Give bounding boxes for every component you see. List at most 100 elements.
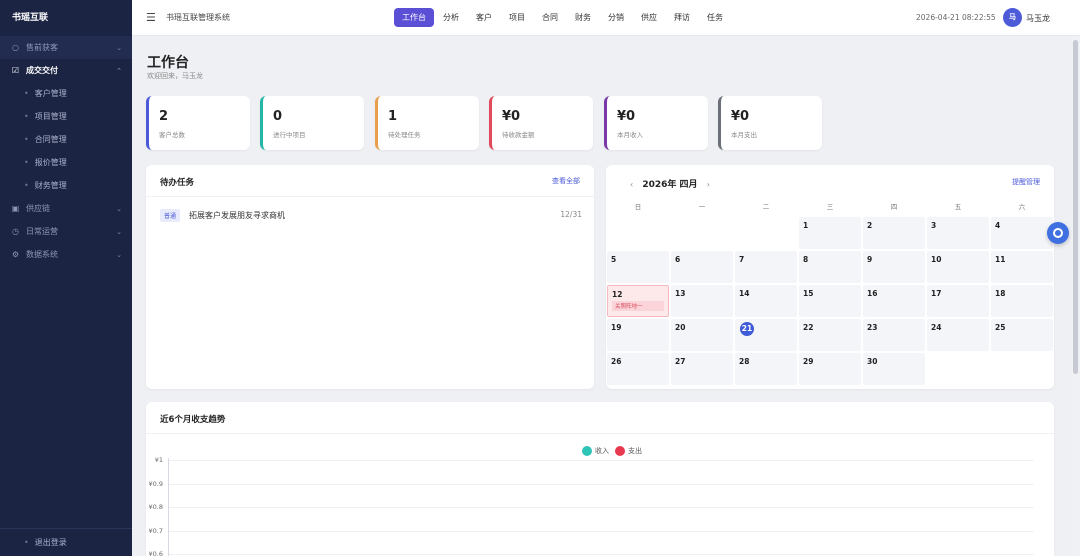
- nav-customers[interactable]: 客户: [468, 8, 500, 27]
- calendar-day-25[interactable]: 25: [991, 319, 1053, 351]
- avatar[interactable]: 马: [1003, 8, 1022, 27]
- day-number: 16: [867, 289, 878, 298]
- stat-value: 2: [159, 109, 169, 124]
- sidebar-item-finance[interactable]: • 财务管理: [0, 174, 132, 197]
- menu-toggle-icon[interactable]: ☰: [146, 11, 156, 24]
- calendar-day-5[interactable]: 5: [607, 251, 669, 283]
- day-number: 15: [803, 289, 814, 298]
- task-name: 拓展客户发展朋友寻求商机: [189, 211, 285, 220]
- view-all-link[interactable]: 查看全部: [552, 176, 580, 186]
- menu-group-data-system[interactable]: ⚙ 数据系统 ⌄: [0, 243, 132, 266]
- calendar-day-14[interactable]: 14: [735, 285, 797, 317]
- sidebar-item-quotes[interactable]: • 报价管理: [0, 151, 132, 174]
- logout-label: 退出登录: [34, 538, 67, 547]
- scrollbar-thumb[interactable]: [1073, 40, 1078, 374]
- calendar-day-1[interactable]: 1: [799, 217, 861, 249]
- chart-gridline: [168, 483, 1034, 485]
- legend-item-income[interactable]: 收入: [582, 446, 609, 456]
- stat-card-projects[interactable]: 0 进行中项目: [260, 96, 364, 150]
- card-title: 待办任务: [160, 178, 195, 188]
- menu-group-label: 成交交付: [26, 66, 58, 75]
- calendar-day-21[interactable]: 21: [735, 319, 797, 351]
- calendar-day-4[interactable]: 4: [991, 217, 1053, 249]
- calendar-day-26[interactable]: 26: [607, 353, 669, 385]
- card-header: 近6个月收支趋势: [146, 402, 1054, 434]
- calendar-day-12[interactable]: 12 关照阵地一: [607, 285, 669, 317]
- calendar-day-2[interactable]: 2: [863, 217, 925, 249]
- calendar-day-30[interactable]: 30: [863, 353, 925, 385]
- calendar-day-11[interactable]: 11: [991, 251, 1053, 283]
- stat-card-expense[interactable]: ¥0 本月支出: [718, 96, 822, 150]
- sidebar-item-label: 报价管理: [34, 158, 67, 167]
- calendar-day-27[interactable]: 27: [671, 353, 733, 385]
- prev-month-icon[interactable]: ‹: [630, 180, 633, 189]
- stat-value: ¥0: [731, 109, 750, 124]
- chat-float-button[interactable]: [1047, 222, 1069, 244]
- calendar-day-9[interactable]: 9: [863, 251, 925, 283]
- calendar-day-6[interactable]: 6: [671, 251, 733, 283]
- chart-gridline: [168, 460, 1034, 461]
- bullet-icon: •: [24, 89, 29, 98]
- box-icon: ▣: [11, 204, 20, 213]
- reminder-manage-link[interactable]: 提醒管理: [1012, 177, 1040, 187]
- nav-tasks[interactable]: 任务: [699, 8, 731, 27]
- day-number: 4: [995, 221, 1001, 230]
- nav-workbench[interactable]: 工作台: [394, 8, 434, 27]
- y-axis-line: [168, 458, 169, 556]
- chat-icon: [1053, 228, 1063, 238]
- menu-group-operations[interactable]: ◷ 日常运营 ⌄: [0, 220, 132, 243]
- legend-item-expense[interactable]: 支出: [615, 446, 642, 456]
- nav-finance[interactable]: 财务: [567, 8, 599, 27]
- calendar-day-13[interactable]: 13: [671, 285, 733, 317]
- logout-button[interactable]: • 退出登录: [0, 528, 132, 556]
- menu-group-delivery[interactable]: ☑ 成交交付 ⌃: [0, 59, 132, 82]
- calendar-day-20[interactable]: 20: [671, 319, 733, 351]
- stat-card-tasks[interactable]: 1 待处理任务: [375, 96, 479, 150]
- stat-card-receivables[interactable]: ¥0 待收款金额: [489, 96, 593, 150]
- page-scrollbar[interactable]: [1071, 36, 1080, 556]
- calendar-day-24[interactable]: 24: [927, 319, 989, 351]
- calendar-event[interactable]: 关照阵地一: [612, 301, 664, 311]
- calendar-month-title: 2026年 四月: [642, 180, 698, 190]
- weekday-label: 六: [1018, 203, 1026, 211]
- nav-supply[interactable]: 供应: [633, 8, 665, 27]
- sidebar-item-contracts[interactable]: • 合同管理: [0, 128, 132, 151]
- task-item[interactable]: 普通 拓展客户发展朋友寻求商机 12/31: [160, 209, 582, 223]
- day-number: 13: [675, 289, 686, 298]
- calendar-day-23[interactable]: 23: [863, 319, 925, 351]
- calendar-day-22[interactable]: 22: [799, 319, 861, 351]
- calendar-day-8[interactable]: 8: [799, 251, 861, 283]
- nav-contracts[interactable]: 合同: [534, 8, 566, 27]
- menu-group-presales[interactable]: ○ 售前获客 ⌄: [0, 36, 132, 59]
- bullet-icon: •: [24, 135, 29, 144]
- sidebar-item-projects[interactable]: • 项目管理: [0, 105, 132, 128]
- calendar-day-10[interactable]: 10: [927, 251, 989, 283]
- sidebar-item-customers[interactable]: • 客户管理: [0, 82, 132, 105]
- stat-card-income[interactable]: ¥0 本月收入: [604, 96, 708, 150]
- calendar-day-7[interactable]: 7: [735, 251, 797, 283]
- calendar-day-18[interactable]: 18: [991, 285, 1053, 317]
- day-number: 10: [931, 255, 942, 264]
- calendar-day-3[interactable]: 3: [927, 217, 989, 249]
- day-number: 5: [611, 255, 617, 264]
- nav-visits[interactable]: 拜访: [666, 8, 698, 27]
- calendar-day-16[interactable]: 16: [863, 285, 925, 317]
- stat-label: 待收款金额: [502, 131, 535, 139]
- calendar-day-17[interactable]: 17: [927, 285, 989, 317]
- menu-group-supply[interactable]: ▣ 供应链 ⌄: [0, 197, 132, 220]
- bullet-icon: •: [24, 181, 29, 190]
- username[interactable]: 马玉龙: [1026, 13, 1050, 24]
- calendar-day-19[interactable]: 19: [607, 319, 669, 351]
- nav-projects[interactable]: 项目: [501, 8, 533, 27]
- stat-card-customers[interactable]: 2 客户总数: [146, 96, 250, 150]
- nav-analysis[interactable]: 分析: [435, 8, 467, 27]
- stat-value: 0: [273, 109, 283, 124]
- calendar-day-15[interactable]: 15: [799, 285, 861, 317]
- nav-distribution[interactable]: 分销: [600, 8, 632, 27]
- stat-value: ¥0: [617, 109, 636, 124]
- calendar-day-29[interactable]: 29: [799, 353, 861, 385]
- search-icon: ○: [12, 43, 19, 52]
- calendar-day-28[interactable]: 28: [735, 353, 797, 385]
- chevron-up-icon: ⌃: [116, 66, 122, 75]
- next-month-icon[interactable]: ›: [707, 180, 710, 189]
